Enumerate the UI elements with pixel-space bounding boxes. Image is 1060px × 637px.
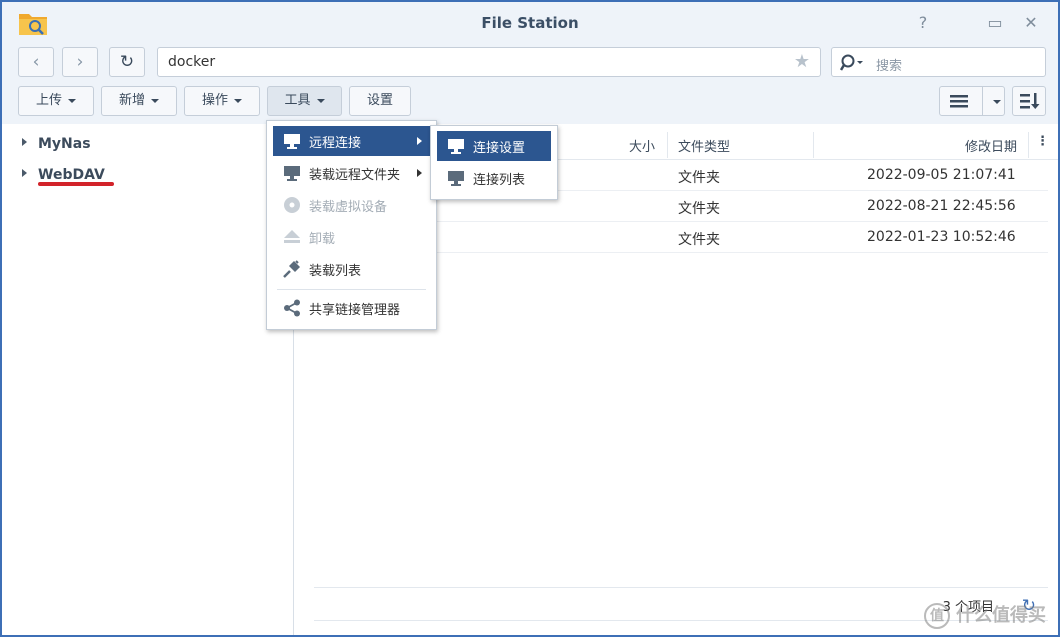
column-header-modified[interactable]: 修改日期	[965, 136, 1017, 155]
menu-item-label: 连接设置	[473, 141, 526, 156]
column-header-type[interactable]: 文件类型	[678, 136, 730, 155]
title-bar: File Station ? ▭ ✕	[2, 2, 1058, 44]
sort-button[interactable]	[1012, 86, 1046, 116]
expand-arrow-icon[interactable]	[22, 169, 27, 177]
caret-down-icon	[151, 98, 159, 103]
menu-item-connection-list[interactable]: 连接列表	[437, 163, 551, 193]
menu-item-label: 装载列表	[309, 264, 362, 279]
cell-modified: 2022-08-21 22:45:56	[867, 198, 1016, 214]
search-placeholder: 搜索	[876, 59, 903, 74]
forward-button[interactable]: ›	[62, 47, 98, 77]
list-view-icon	[950, 95, 968, 108]
menu-item-mount-remote-folder[interactable]: 装载远程文件夹	[273, 158, 430, 188]
menu-item-label: 卸载	[309, 232, 336, 247]
menu-item-label: 远程连接	[309, 136, 362, 151]
create-button[interactable]: 新增	[101, 86, 177, 116]
menu-item-mount-virtual-drive: 装载虚拟设备	[273, 190, 430, 220]
computer-icon	[284, 166, 300, 181]
remote-connection-submenu: 连接设置 连接列表	[430, 125, 558, 200]
watermark-text: 什么值得买	[956, 605, 1046, 626]
caret-down-icon	[316, 98, 325, 103]
disc-icon	[284, 197, 300, 213]
column-options-icon[interactable]: ⋮	[1036, 134, 1049, 149]
submenu-arrow-icon	[417, 137, 422, 145]
upload-button[interactable]: 上传	[18, 86, 94, 116]
action-button-label: 操作	[201, 93, 228, 108]
folder-tree: MyNas WebDAV	[2, 124, 294, 635]
menu-item-unmount: 卸载	[273, 222, 430, 252]
share-icon	[284, 299, 300, 317]
menu-item-label: 装载远程文件夹	[309, 168, 401, 183]
view-mode-divider	[982, 87, 983, 115]
tree-item-label: WebDAV	[38, 167, 105, 183]
menu-item-label: 装载虚拟设备	[309, 200, 388, 215]
back-button[interactable]: ‹	[18, 47, 54, 77]
caret-down-icon	[993, 100, 1001, 104]
caret-down-icon	[68, 98, 76, 103]
computer-icon	[448, 139, 464, 154]
watermark: 值什么值得买	[924, 601, 1046, 629]
refresh-icon: ↻	[119, 52, 135, 72]
chevron-right-icon: ›	[76, 52, 84, 72]
menu-item-label: 连接列表	[473, 173, 526, 188]
tree-item-mynas[interactable]: MyNas	[22, 136, 91, 156]
path-field[interactable]: docker ★	[157, 47, 821, 77]
settings-button[interactable]: 设置	[349, 86, 411, 116]
navigation-bar: ‹ › ↻ docker ★ 搜索	[2, 44, 1058, 82]
file-station-window: File Station ? ▭ ✕ ‹ › ↻ docker ★ 搜索 上传 …	[0, 0, 1060, 637]
computer-icon	[284, 134, 300, 149]
tree-item-label: MyNas	[38, 136, 91, 152]
cell-type: 文件夹	[678, 201, 720, 217]
menu-item-label: 共享链接管理器	[309, 303, 401, 318]
submenu-arrow-icon	[417, 169, 422, 177]
search-input[interactable]: 搜索	[831, 47, 1046, 77]
menu-item-connection-settings[interactable]: 连接设置	[437, 131, 551, 161]
caret-down-icon	[234, 98, 242, 103]
sort-icon	[1020, 93, 1040, 109]
cell-modified: 2022-09-05 21:07:41	[867, 167, 1016, 183]
action-button[interactable]: 操作	[184, 86, 260, 116]
watermark-logo-icon: 值	[924, 603, 950, 629]
menu-item-mount-list[interactable]: 装载列表	[273, 254, 430, 284]
action-toolbar: 上传 新增 操作 工具 设置	[2, 82, 1058, 124]
menu-divider	[277, 289, 426, 290]
chevron-left-icon: ‹	[32, 52, 40, 72]
path-text: docker	[168, 54, 216, 70]
close-icon[interactable]: ✕	[1022, 14, 1040, 32]
column-header-size[interactable]: 大小	[629, 136, 655, 155]
expand-arrow-icon[interactable]	[22, 138, 27, 146]
help-icon[interactable]: ?	[914, 14, 932, 32]
column-divider[interactable]	[667, 132, 668, 158]
maximize-icon[interactable]: ▭	[986, 14, 1004, 32]
window-title: File Station	[481, 14, 579, 32]
create-button-label: 新增	[118, 93, 145, 108]
cell-type: 文件夹	[678, 232, 720, 248]
tools-button-label: 工具	[284, 93, 311, 108]
column-divider[interactable]	[813, 132, 814, 158]
refresh-button[interactable]: ↻	[109, 47, 145, 77]
red-underline-annotation	[38, 182, 114, 186]
plug-icon	[283, 260, 300, 278]
eject-icon	[284, 230, 300, 243]
upload-button-label: 上传	[35, 93, 62, 108]
star-icon[interactable]: ★	[794, 51, 810, 72]
cell-type: 文件夹	[678, 170, 720, 186]
tools-button[interactable]: 工具	[267, 86, 342, 116]
menu-item-remote-connection[interactable]: 远程连接	[273, 126, 430, 156]
cell-modified: 2022-01-23 10:52:46	[867, 229, 1016, 245]
menu-item-share-link-manager[interactable]: 共享链接管理器	[273, 293, 430, 323]
computer-icon	[448, 171, 464, 186]
column-divider[interactable]	[1028, 132, 1029, 158]
tools-menu: 远程连接 装载远程文件夹 装载虚拟设备 卸载 装载列表 共享链接管理器	[266, 120, 437, 330]
search-icon[interactable]	[840, 53, 866, 73]
settings-button-label: 设置	[366, 93, 393, 108]
view-mode-button[interactable]	[939, 86, 1005, 116]
